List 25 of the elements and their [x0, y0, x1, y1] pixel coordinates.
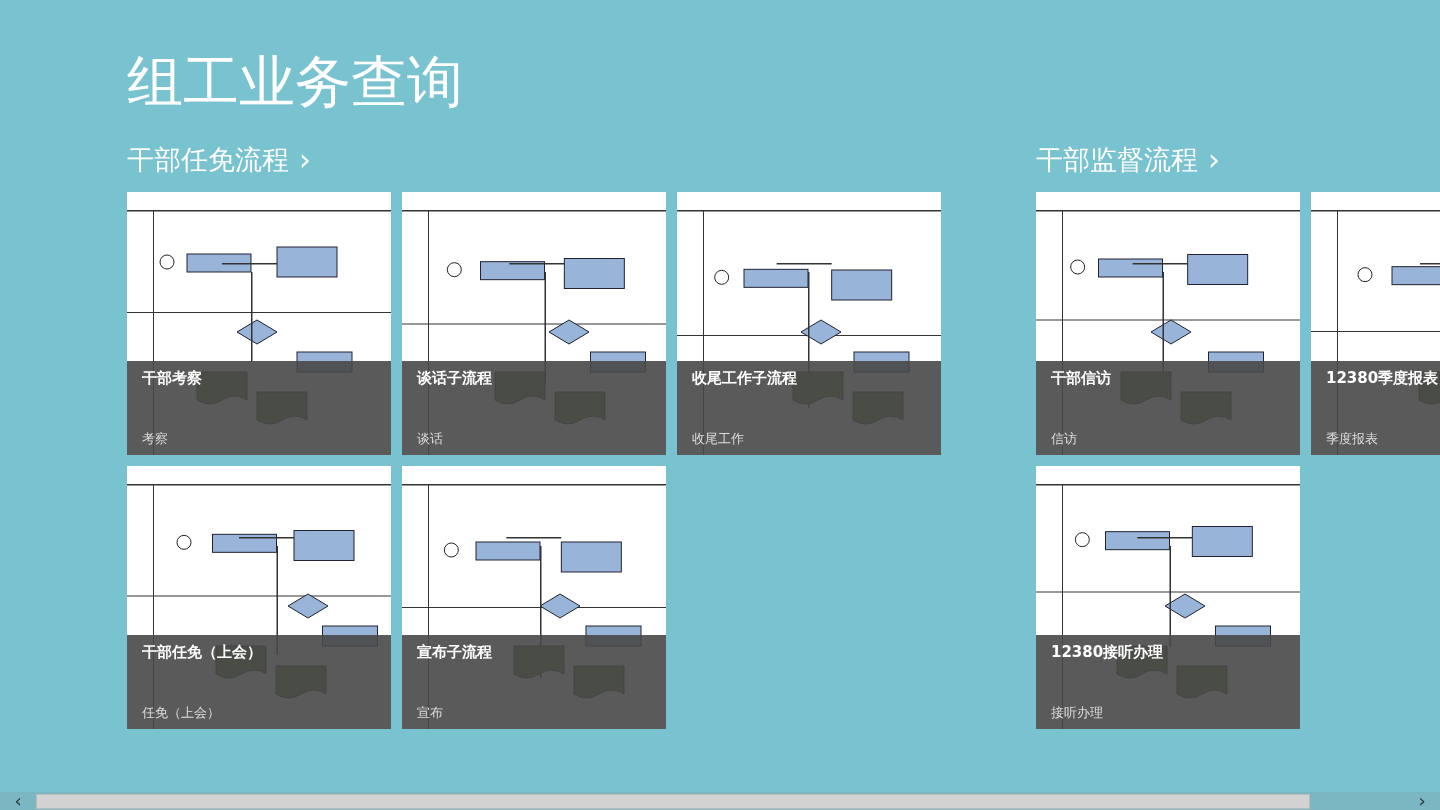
tile-title: 宣布子流程	[417, 642, 492, 663]
tile-title: 12380接听办理	[1051, 642, 1164, 663]
scroll-right-button[interactable]: ›	[1404, 793, 1440, 809]
tile-subtitle: 收尾工作	[692, 429, 744, 448]
scrollbar[interactable]: ‹ ›	[0, 792, 1440, 810]
tile-title: 干部任免（上会）	[142, 642, 262, 663]
chevron-icon: ›	[299, 145, 311, 175]
scroll-left-button[interactable]: ‹	[0, 793, 36, 809]
page-title: 组工业务查询	[127, 54, 464, 110]
tile-subtitle: 考察	[142, 429, 168, 448]
tile-subtitle: 任免（上会）	[142, 703, 220, 722]
tile-subtitle: 信访	[1051, 429, 1077, 448]
tile-subtitle: 季度报表	[1326, 429, 1378, 448]
tile-title: 谈话子流程	[417, 368, 492, 389]
tile-title: 12380季度报表	[1326, 368, 1439, 389]
tile-title: 收尾工作子流程	[692, 368, 797, 389]
chevron-icon: ›	[1208, 145, 1220, 175]
tile-title: 干部信访	[1051, 368, 1111, 389]
section-title: 干部监督流程	[1036, 142, 1198, 177]
tile-subtitle: 谈话	[417, 429, 443, 448]
tile-title: 干部考察	[142, 368, 202, 389]
tile-subtitle: 接听办理	[1051, 703, 1103, 722]
scroll-thumb[interactable]	[36, 793, 1310, 809]
tile-subtitle: 宣布	[417, 703, 443, 722]
section-title: 干部任免流程	[127, 142, 289, 177]
